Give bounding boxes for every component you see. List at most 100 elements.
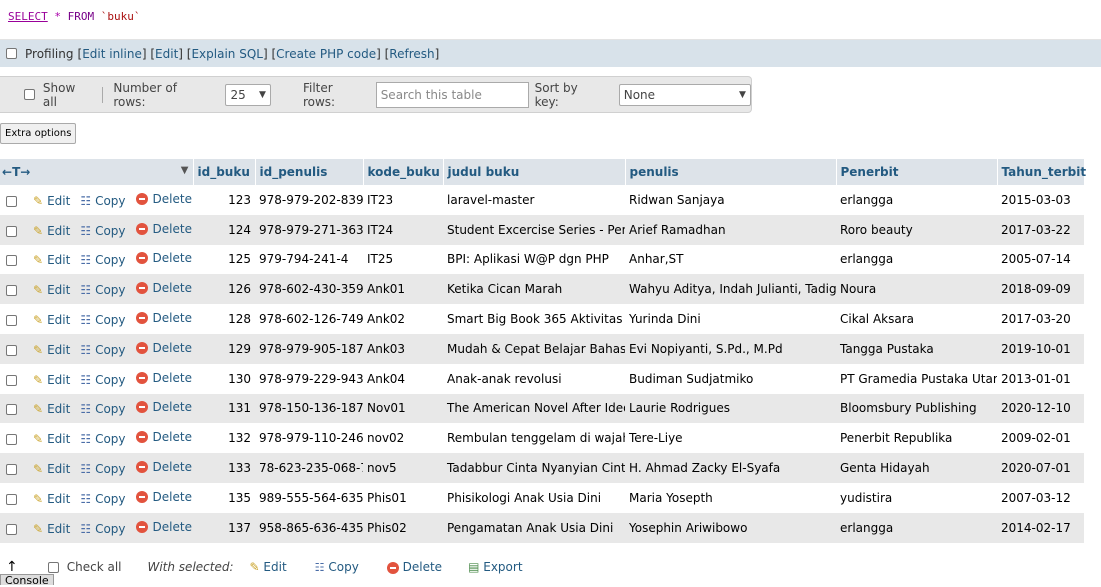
cell-id-penulis[interactable]: 978-979-905-187-5 bbox=[255, 333, 363, 364]
cell-kode-buku[interactable]: Nov01 bbox=[363, 393, 443, 424]
row-edit-button[interactable]: ✎ Edit bbox=[33, 343, 70, 357]
bulk-export-button[interactable]: ▤ Export bbox=[468, 560, 522, 574]
cell-tahun-terbit[interactable]: 2020-12-10 bbox=[997, 393, 1084, 424]
row-checkbox[interactable] bbox=[6, 225, 17, 237]
row-copy-button[interactable]: ☷ Copy bbox=[80, 462, 125, 476]
cell-judul-buku[interactable]: Rembulan tenggelam di wajahmu bbox=[443, 423, 625, 454]
row-delete-button[interactable]: Delete bbox=[135, 281, 192, 295]
cell-penerbit[interactable]: erlangga bbox=[836, 512, 997, 543]
refresh-link[interactable]: Refresh bbox=[389, 47, 434, 61]
cell-penulis[interactable]: Anhar,ST bbox=[625, 244, 836, 275]
cell-kode-buku[interactable]: nov02 bbox=[363, 423, 443, 454]
cell-judul-buku[interactable]: Phisikologi Anak Usia Dini bbox=[443, 482, 625, 513]
cell-id-penulis[interactable]: 78-623-235-068-7 bbox=[255, 453, 363, 483]
cell-penulis[interactable]: Ridwan Sanjaya bbox=[625, 185, 836, 215]
row-edit-button[interactable]: ✎ Edit bbox=[33, 224, 70, 238]
row-checkbox[interactable] bbox=[6, 493, 17, 505]
check-all-checkbox[interactable] bbox=[47, 561, 59, 573]
cell-tahun-terbit[interactable]: 2018-09-09 bbox=[997, 274, 1084, 305]
row-checkbox[interactable] bbox=[6, 404, 17, 416]
cell-penulis[interactable]: Evi Nopiyanti, S.Pd., M.Pd bbox=[625, 333, 836, 364]
cell-penerbit[interactable]: Cikal Aksara bbox=[836, 304, 997, 334]
row-edit-button[interactable]: ✎ Edit bbox=[33, 373, 70, 387]
cell-id-penulis[interactable]: 958-865-636-435-4 bbox=[255, 512, 363, 543]
row-edit-button[interactable]: ✎ Edit bbox=[33, 402, 70, 416]
cell-tahun-terbit[interactable]: 2005-07-14 bbox=[997, 244, 1084, 275]
edit-inline-link[interactable]: Edit inline bbox=[82, 47, 142, 61]
row-delete-button[interactable]: Delete bbox=[135, 371, 192, 385]
cell-penerbit[interactable]: yudistira bbox=[836, 482, 997, 513]
cell-penulis[interactable]: Yurinda Dini bbox=[625, 304, 836, 334]
cell-penulis[interactable]: Yosephin Ariwibowo bbox=[625, 512, 836, 543]
cell-id-buku[interactable]: 135 bbox=[193, 482, 255, 513]
row-delete-button[interactable]: Delete bbox=[135, 520, 192, 534]
cell-kode-buku[interactable]: Ank03 bbox=[363, 333, 443, 364]
cell-id-buku[interactable]: 131 bbox=[193, 393, 255, 424]
row-edit-button[interactable]: ✎ Edit bbox=[33, 283, 70, 297]
row-delete-button[interactable]: Delete bbox=[135, 222, 192, 236]
row-edit-button[interactable]: ✎ Edit bbox=[33, 492, 70, 506]
cell-penerbit[interactable]: Roro beauty bbox=[836, 214, 997, 245]
cell-penerbit[interactable]: Penerbit Republika bbox=[836, 423, 997, 454]
cell-id-buku[interactable]: 123 bbox=[193, 185, 255, 215]
cell-penulis[interactable]: Maria Yosepth bbox=[625, 482, 836, 513]
console-tab[interactable]: Console bbox=[0, 574, 54, 587]
row-edit-button[interactable]: ✎ Edit bbox=[33, 462, 70, 476]
row-delete-button[interactable]: Delete bbox=[135, 341, 192, 355]
column-header-tahun-terbit[interactable]: Tahun_terbit bbox=[997, 159, 1086, 185]
cell-id-penulis[interactable]: 978-602-430-359-4 bbox=[255, 274, 363, 305]
row-checkbox[interactable] bbox=[6, 255, 17, 267]
cell-id-buku[interactable]: 129 bbox=[193, 333, 255, 364]
cell-penerbit[interactable]: Noura bbox=[836, 274, 997, 305]
row-delete-button[interactable]: Delete bbox=[135, 460, 192, 474]
cell-kode-buku[interactable]: Phis02 bbox=[363, 512, 443, 543]
row-delete-button[interactable]: Delete bbox=[135, 400, 192, 414]
cell-judul-buku[interactable]: laravel-master bbox=[443, 185, 625, 215]
cell-kode-buku[interactable]: Phis01 bbox=[363, 482, 443, 513]
column-header-id-penulis[interactable]: id_penulis bbox=[255, 159, 364, 185]
row-delete-button[interactable]: Delete bbox=[135, 251, 192, 265]
cell-id-buku[interactable]: 137 bbox=[193, 512, 255, 543]
row-copy-button[interactable]: ☷ Copy bbox=[80, 522, 125, 536]
column-header-kode-buku[interactable]: kode_buku bbox=[363, 159, 444, 185]
number-of-rows-select[interactable]: 25 ▼ bbox=[225, 83, 271, 106]
row-checkbox[interactable] bbox=[6, 374, 17, 386]
cell-id-buku[interactable]: 125 bbox=[193, 244, 255, 275]
extra-options-button[interactable]: Extra options bbox=[0, 123, 77, 144]
cell-penulis[interactable]: Laurie Rodrigues bbox=[625, 393, 836, 424]
sort-by-key-select[interactable]: None ▼ bbox=[618, 83, 751, 106]
row-delete-button[interactable]: Delete bbox=[135, 490, 192, 504]
cell-tahun-terbit[interactable]: 2017-03-20 bbox=[997, 304, 1084, 334]
cell-tahun-terbit[interactable]: 2020-07-01 bbox=[997, 453, 1084, 483]
check-all-label[interactable]: Check all bbox=[67, 560, 122, 574]
cell-id-penulis[interactable]: 979-794-241-4 bbox=[255, 244, 363, 275]
row-copy-button[interactable]: ☷ Copy bbox=[80, 194, 125, 208]
cell-id-penulis[interactable]: 978-979-202-839-3 bbox=[255, 185, 363, 215]
column-header-judul-buku[interactable]: judul buku bbox=[443, 159, 626, 185]
cell-id-buku[interactable]: 130 bbox=[193, 363, 255, 394]
cell-penerbit[interactable]: erlangga bbox=[836, 244, 997, 275]
column-header-penerbit[interactable]: Penerbit bbox=[836, 159, 998, 185]
cell-judul-buku[interactable]: The American Novel After Ideol bbox=[443, 393, 625, 424]
cell-kode-buku[interactable]: Ank02 bbox=[363, 304, 443, 334]
cell-tahun-terbit[interactable]: 2019-10-01 bbox=[997, 333, 1084, 364]
cell-penulis[interactable]: H. Ahmad Zacky El-Syafa bbox=[625, 453, 836, 483]
cell-judul-buku[interactable]: Mudah & Cepat Belajar Bahasa I bbox=[443, 333, 625, 364]
arrow-right-icon[interactable]: → bbox=[20, 165, 30, 179]
cell-penerbit[interactable]: PT Gramedia Pustaka Utama bbox=[836, 363, 997, 394]
row-copy-button[interactable]: ☷ Copy bbox=[80, 224, 125, 238]
cell-id-penulis[interactable]: 978-602-126-749-3 bbox=[255, 304, 363, 334]
cell-id-penulis[interactable]: 978-979-271-363-3 bbox=[255, 214, 363, 245]
row-delete-button[interactable]: Delete bbox=[135, 192, 192, 206]
row-copy-button[interactable]: ☷ Copy bbox=[80, 343, 125, 357]
row-copy-button[interactable]: ☷ Copy bbox=[80, 313, 125, 327]
row-edit-button[interactable]: ✎ Edit bbox=[33, 522, 70, 536]
row-copy-button[interactable]: ☷ Copy bbox=[80, 253, 125, 267]
cell-penulis[interactable]: Budiman Sudjatmiko bbox=[625, 363, 836, 394]
bulk-edit-button[interactable]: ✎ Edit bbox=[250, 560, 287, 574]
cell-tahun-terbit[interactable]: 2017-03-22 bbox=[997, 214, 1084, 245]
cell-id-penulis[interactable]: 978-979-229-943-4 bbox=[255, 363, 363, 394]
profiling-checkbox[interactable] bbox=[6, 48, 17, 59]
explain-sql-link[interactable]: Explain SQL bbox=[191, 47, 263, 61]
cell-penulis[interactable]: Tere-Liye bbox=[625, 423, 836, 454]
